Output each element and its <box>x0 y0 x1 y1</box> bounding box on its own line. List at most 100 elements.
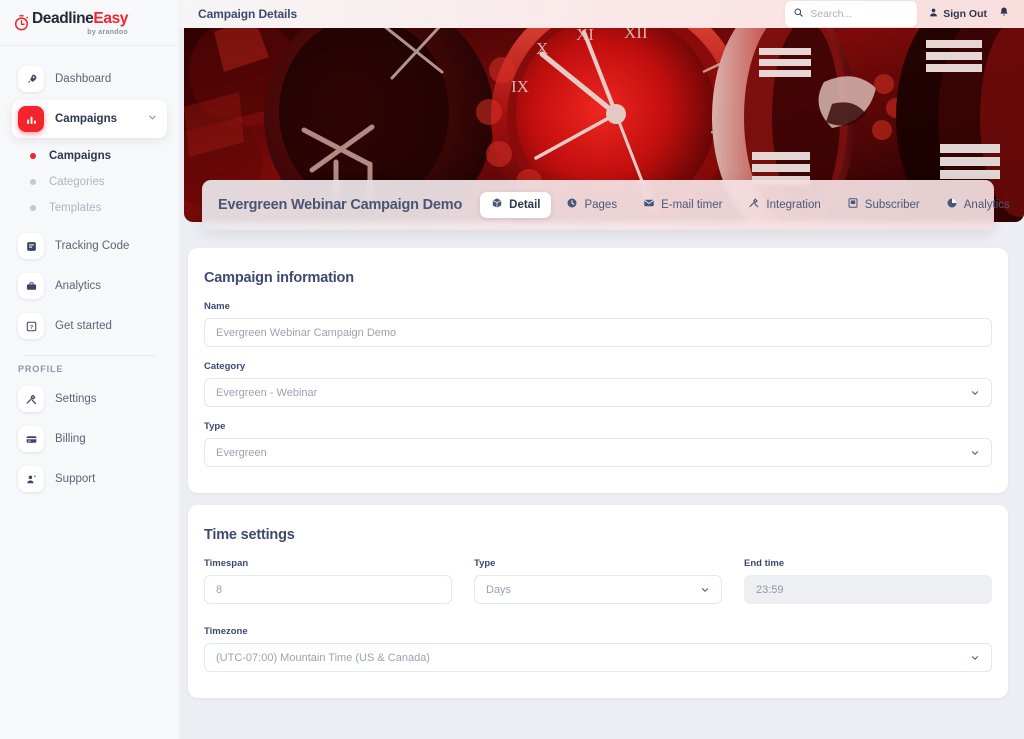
name-input-value: Evergreen Webinar Campaign Demo <box>216 327 396 339</box>
sidebar-item-label: Support <box>55 473 95 485</box>
chevron-down-icon <box>970 388 980 398</box>
sidebar-item-campaigns[interactable]: Campaigns <box>12 100 167 138</box>
sidebar-subitem-label: Templates <box>49 202 101 214</box>
end-time-value: 23:59 <box>756 584 784 596</box>
field-label: Type <box>474 558 722 569</box>
user-support-icon <box>18 466 44 492</box>
sidebar-item-get-started[interactable]: ? Get started <box>12 307 167 345</box>
field-label: Type <box>204 421 992 432</box>
chevron-down-icon <box>970 448 980 458</box>
time-type-select-value: Days <box>486 584 511 596</box>
category-select-value: Evergreen - Webinar <box>216 387 317 399</box>
field-label: Timespan <box>204 558 452 569</box>
top-bar-actions: Search... Sign Out <box>785 1 1010 27</box>
envelope-icon <box>643 196 655 214</box>
chevron-down-icon <box>700 585 710 595</box>
sidebar-subitem-categories[interactable]: Categories <box>12 169 167 195</box>
bullet-dot-icon <box>30 205 36 211</box>
search-placeholder: Search... <box>810 8 852 20</box>
timezone-select[interactable]: (UTC-07:00) Mountain Time (US & Canada) <box>204 643 992 672</box>
campaign-information-card: Campaign information Name Evergreen Webi… <box>188 248 1008 493</box>
tab-detail[interactable]: Detail <box>480 192 551 218</box>
brand-logo[interactable]: DeadlineEasy by arandoo <box>0 0 179 46</box>
tools-icon <box>748 196 760 214</box>
tab-label: Integration <box>766 199 820 211</box>
sidebar-item-analytics[interactable]: Analytics <box>12 267 167 305</box>
credit-card-icon <box>18 426 44 452</box>
clock-icon <box>566 196 578 214</box>
top-bar: Campaign Details Search... Sign Out <box>180 0 1024 28</box>
tab-label: Pages <box>584 199 617 211</box>
bullet-dot-icon <box>30 153 36 159</box>
field-timezone: Timezone (UTC-07:00) Mountain Time (US &… <box>204 626 992 672</box>
brand-name-accent: Easy <box>93 10 128 27</box>
main-area: X XI XII IX <box>180 0 1024 739</box>
field-end-time: End time 23:59 <box>744 558 992 604</box>
sidebar-item-label: Campaigns <box>55 113 117 125</box>
tab-label: Detail <box>509 199 540 211</box>
tab-analytics[interactable]: Analytics <box>935 192 1021 218</box>
sidebar-subitem-label: Campaigns <box>49 150 111 162</box>
user-icon <box>928 5 939 23</box>
tab-label: Analytics <box>964 199 1010 211</box>
briefcase-icon <box>18 273 44 299</box>
chevron-down-icon[interactable] <box>147 110 158 128</box>
brand-text: DeadlineEasy by arandoo <box>32 10 128 36</box>
tools-icon <box>18 386 44 412</box>
sidebar-item-dashboard[interactable]: Dashboard <box>12 60 167 98</box>
tab-pages[interactable]: Pages <box>555 192 628 218</box>
sidebar-subitem-campaigns[interactable]: Campaigns <box>12 143 167 169</box>
field-label: End time <box>744 558 992 569</box>
field-category: Category Evergreen - Webinar <box>204 361 992 407</box>
card-title: Time settings <box>204 527 992 543</box>
category-select[interactable]: Evergreen - Webinar <box>204 378 992 407</box>
question-box-icon: ? <box>18 313 44 339</box>
sidebar-section-title: PROFILE <box>12 364 167 374</box>
sidebar-item-label: Analytics <box>55 280 101 292</box>
tab-email-timer[interactable]: E-mail timer <box>632 192 733 218</box>
svg-text:?: ? <box>29 324 32 330</box>
stopwatch-icon <box>13 14 30 31</box>
content-area: Campaign information Name Evergreen Webi… <box>180 248 1024 739</box>
field-label: Name <box>204 301 992 312</box>
type-select-value: Evergreen <box>216 447 267 459</box>
tab-subscriber[interactable]: Subscriber <box>836 192 931 218</box>
time-type-select[interactable]: Days <box>474 575 722 604</box>
field-type: Type Evergreen <box>204 421 992 467</box>
end-time-input: 23:59 <box>744 575 992 604</box>
brand-tagline: by arandoo <box>32 29 128 36</box>
sidebar-item-label: Billing <box>55 433 86 445</box>
name-input[interactable]: Evergreen Webinar Campaign Demo <box>204 318 992 347</box>
sidebar-item-support[interactable]: Support <box>12 460 167 498</box>
bell-icon[interactable] <box>998 5 1010 23</box>
sidebar-item-settings[interactable]: Settings <box>12 380 167 418</box>
sidebar-item-label: Tracking Code <box>55 240 129 252</box>
campaign-name: Evergreen Webinar Campaign Demo <box>218 197 462 213</box>
campaign-tabs: Detail Pages E-mail timer <box>480 192 1021 218</box>
bullet-dot-icon <box>30 179 36 185</box>
book-icon <box>847 196 859 214</box>
chevron-down-icon <box>970 653 980 663</box>
field-time-type: Type Days <box>474 558 722 604</box>
field-name: Name Evergreen Webinar Campaign Demo <box>204 301 992 347</box>
bar-chart-icon <box>18 106 44 132</box>
search-input[interactable]: Search... <box>785 1 917 27</box>
field-timespan: Timespan 8 <box>204 558 452 604</box>
sidebar-item-tracking-code[interactable]: Tracking Code <box>12 227 167 265</box>
campaign-title-card: Evergreen Webinar Campaign Demo Detail P… <box>202 180 994 230</box>
time-settings-card: Time settings Timespan 8 Type Days <box>188 505 1008 698</box>
type-select[interactable]: Evergreen <box>204 438 992 467</box>
tab-integration[interactable]: Integration <box>737 192 831 218</box>
timespan-input[interactable]: 8 <box>204 575 452 604</box>
sign-out-button[interactable]: Sign Out <box>928 5 987 23</box>
time-settings-row: Timespan 8 Type Days <box>204 558 992 618</box>
card-title: Campaign information <box>204 270 992 286</box>
pie-chart-icon <box>946 196 958 214</box>
sidebar-item-billing[interactable]: Billing <box>12 420 167 458</box>
sidebar-item-label: Get started <box>55 320 112 332</box>
sidebar: DeadlineEasy by arandoo Dashboard <box>0 0 180 739</box>
sidebar-subitem-templates[interactable]: Templates <box>12 195 167 221</box>
field-label: Category <box>204 361 992 372</box>
box-icon <box>491 196 503 214</box>
sign-out-label: Sign Out <box>943 8 987 20</box>
